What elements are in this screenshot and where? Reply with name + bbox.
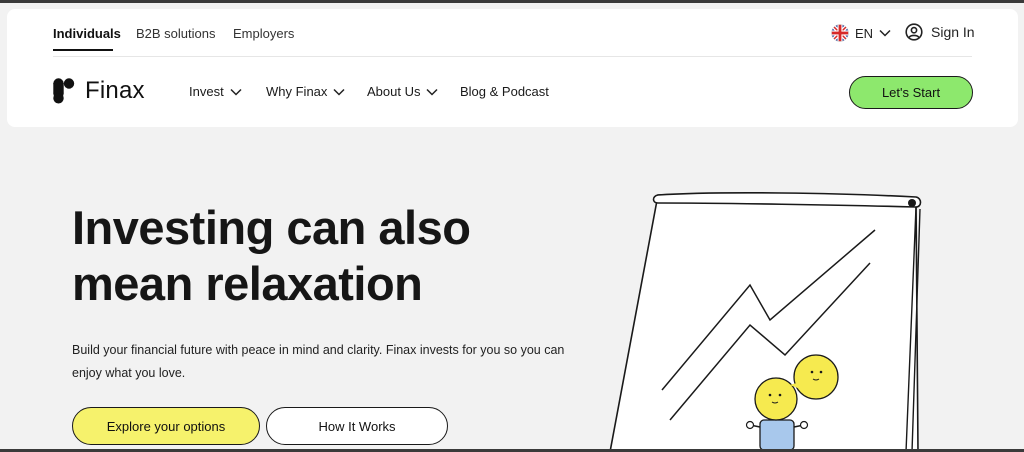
chevron-down-icon — [333, 88, 345, 96]
nav-why-finax[interactable]: Why Finax — [266, 84, 345, 99]
nav-about-us[interactable]: About Us — [367, 84, 439, 99]
language-selector[interactable]: EN — [831, 24, 891, 42]
site-header: Individuals B2B solutions Employers EN S… — [7, 9, 1018, 127]
nav-blog-label: Blog & Podcast — [460, 84, 549, 99]
explore-options-button[interactable]: Explore your options — [72, 407, 260, 445]
nav-why-label: Why Finax — [266, 84, 328, 99]
flipchart-knob — [908, 199, 916, 207]
hero-desc-line2: enjoy what you love. — [72, 366, 186, 380]
segment-employers[interactable]: Employers — [233, 26, 294, 41]
how-it-works-button[interactable]: How It Works — [266, 407, 448, 445]
window-top-edge — [0, 0, 1024, 3]
lets-start-button[interactable]: Let's Start — [849, 76, 973, 109]
hero-desc-line1: Build your financial future with peace i… — [72, 343, 565, 357]
main-nav: Finax Invest Why Finax About Us Blog & P… — [7, 57, 1018, 127]
segment-individuals[interactable]: Individuals — [53, 26, 121, 41]
chevron-down-icon — [426, 88, 439, 96]
character-second-head — [793, 354, 839, 400]
hero-title-line1: Investing can also — [72, 201, 471, 254]
nav-invest[interactable]: Invest — [189, 84, 242, 99]
character-hand-left — [745, 420, 755, 430]
character-shirt — [759, 419, 795, 451]
brand-name: Finax — [85, 77, 145, 104]
segment-b2b[interactable]: B2B solutions — [136, 26, 216, 41]
nav-blog-podcast[interactable]: Blog & Podcast — [460, 84, 549, 99]
character-hand-right — [799, 420, 809, 430]
nav-invest-label: Invest — [189, 84, 224, 99]
chevron-down-icon — [879, 29, 891, 37]
chevron-down-icon — [230, 88, 242, 96]
segment-bar: Individuals B2B solutions Employers EN S… — [7, 9, 1018, 57]
sign-in-label: Sign In — [931, 24, 975, 40]
finax-logo-icon — [53, 78, 75, 104]
hero-title-line2: mean relaxation — [72, 257, 423, 310]
user-icon — [905, 23, 923, 41]
active-segment-underline — [53, 49, 113, 51]
sign-in-link[interactable]: Sign In — [905, 23, 975, 41]
hero-description: Build your financial future with peace i… — [72, 339, 592, 385]
nav-about-label: About Us — [367, 84, 421, 99]
hero-title: Investing can also mean relaxation — [72, 200, 592, 312]
character-head — [754, 377, 798, 421]
language-code: EN — [855, 25, 874, 41]
uk-flag-icon — [831, 24, 849, 42]
flipchart-illustration — [609, 192, 922, 452]
brand-logo[interactable]: Finax — [53, 77, 145, 105]
